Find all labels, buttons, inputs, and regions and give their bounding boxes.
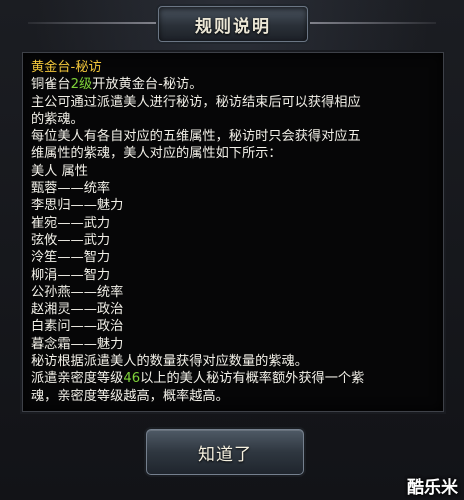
- rules-line: 美人 属性: [31, 163, 435, 180]
- rules-text-area[interactable]: 黄金台-秘访 铜雀台2级开放黄金台-秘访。 主公可通过派遣美人进行秘访，秘访结束后可…: [22, 52, 444, 412]
- rules-line: 弦攸——武力: [31, 232, 435, 249]
- rules-line: 魂，亲密度等级越高，概率越高。: [31, 388, 435, 405]
- rules-line: 甄蓉——统率: [31, 180, 435, 197]
- rules-text: 黄金台-秘访 铜雀台2级开放黄金台-秘访。 主公可通过派遣美人进行秘访，秘访结束后可…: [31, 59, 435, 405]
- rules-text-segment: 白素问——政治: [31, 319, 124, 335]
- rules-text-segment: 崔宛——武力: [31, 215, 111, 231]
- rules-text-segment: 暮念霜——魅力: [31, 336, 124, 352]
- rules-line: 每位美人有各自对应的五维属性，秘访时只会获得对应五: [31, 128, 435, 145]
- rules-line: 白素问——政治: [31, 318, 435, 335]
- rules-text-segment: 铜雀台: [31, 77, 71, 93]
- rules-line: 秘访根据派遣美人的数量获得对应数量的紫魂。: [31, 353, 435, 370]
- rules-line: 的紫魂。: [31, 111, 435, 128]
- dialog-title: 规则说明: [195, 16, 271, 37]
- rules-text-segment: 秘访根据派遣美人的数量获得对应数量的紫魂。: [31, 354, 308, 370]
- rules-line: 赵湘灵——政治: [31, 301, 435, 318]
- rules-line: 李思归——魅力: [31, 197, 435, 214]
- rules-text-segment: 每位美人有各自对应的五维属性，秘访时只会获得对应五: [31, 129, 361, 145]
- rules-text-segment: 的紫魂。: [31, 111, 84, 127]
- rules-text-segment: 赵湘灵——政治: [31, 302, 124, 318]
- header-ornament-left: [28, 22, 168, 24]
- rules-text-segment: 泠笙——智力: [31, 250, 111, 266]
- rules-line: 铜雀台2级开放黄金台-秘访。: [31, 76, 435, 93]
- rules-text-segment: 主公可通过派遣美人进行秘访，秘访结束后可以获得相应: [31, 94, 361, 110]
- rules-dialog: 规则说明 黄金台-秘访 铜雀台2级开放黄金台-秘访。 主公可通过派遣美人进行秘访，秘…: [0, 0, 464, 500]
- title-plaque: 规则说明: [158, 6, 308, 42]
- watermark-logo: 酷乐米: [407, 478, 458, 498]
- rules-green-segment: 2级: [70, 77, 93, 93]
- rules-text-segment: 美人 属性: [31, 163, 88, 179]
- rules-line: 柳涓——智力: [31, 267, 435, 284]
- rules-text-segment: 维属性的紫魂，美人对应的属性如下所示：: [31, 146, 282, 162]
- rules-green-segment: 46: [123, 371, 141, 387]
- rules-text-segment: 以上的美人秘访有概率额外获得一个紫: [140, 371, 365, 387]
- rules-line: 维属性的紫魂，美人对应的属性如下所示：: [31, 145, 435, 162]
- dialog-header: 规则说明: [0, 0, 464, 46]
- confirm-button-label: 知道了: [198, 444, 252, 465]
- rules-line: 主公可通过派遣美人进行秘访，秘访结束后可以获得相应: [31, 94, 435, 111]
- rules-line: 黄金台-秘访: [31, 59, 435, 76]
- rules-text-segment: 魂，亲密度等级越高，概率越高。: [31, 388, 229, 404]
- rules-text-segment: 开放黄金台-秘访。: [92, 77, 203, 93]
- rules-text-segment: 弦攸——武力: [31, 232, 111, 248]
- rules-line: 公孙燕——统率: [31, 284, 435, 301]
- rules-text-segment: 甄蓉——统率: [31, 181, 111, 197]
- rules-line: 崔宛——武力: [31, 215, 435, 232]
- rules-line: 派遣亲密度等级46以上的美人秘访有概率额外获得一个紫: [31, 370, 435, 387]
- confirm-button[interactable]: 知道了: [146, 429, 304, 475]
- rules-text-segment: 李思归——魅力: [31, 198, 124, 214]
- rules-text-segment: 派遣亲密度等级: [31, 371, 124, 387]
- rules-heading-segment: 黄金台-秘访: [31, 60, 102, 75]
- rules-line: 泠笙——智力: [31, 249, 435, 266]
- header-ornament-right: [296, 22, 436, 24]
- rules-line: 暮念霜——魅力: [31, 336, 435, 353]
- rules-text-segment: 公孙燕——统率: [31, 284, 124, 300]
- rules-text-segment: 柳涓——智力: [31, 267, 111, 283]
